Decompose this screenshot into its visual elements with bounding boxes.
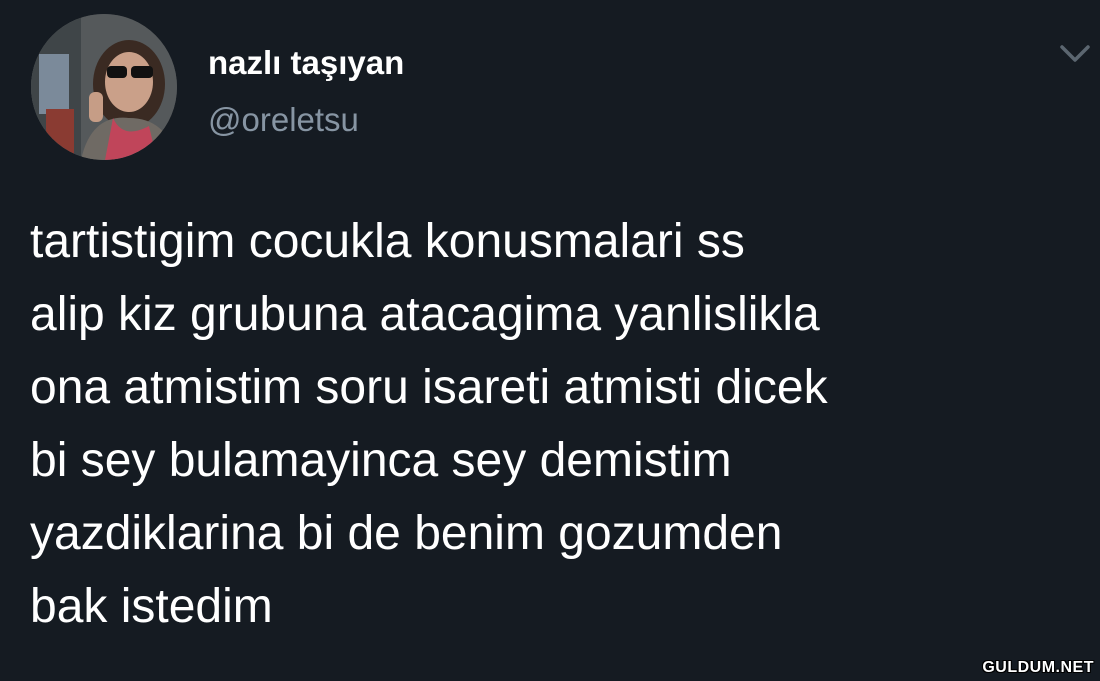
tweet-card: nazlı taşıyan @oreletsu tartistigim cocu… <box>0 0 1100 681</box>
avatar-photo <box>31 14 177 160</box>
avatar[interactable] <box>31 14 177 160</box>
tweet-text: tartistigim cocukla konusmalari ss alip … <box>30 215 828 633</box>
user-handle[interactable]: @oreletsu <box>208 100 359 140</box>
chevron-down-icon[interactable] <box>1058 40 1092 66</box>
display-name[interactable]: nazlı taşıyan <box>208 41 404 85</box>
watermark: GULDUM.NET <box>982 659 1094 676</box>
